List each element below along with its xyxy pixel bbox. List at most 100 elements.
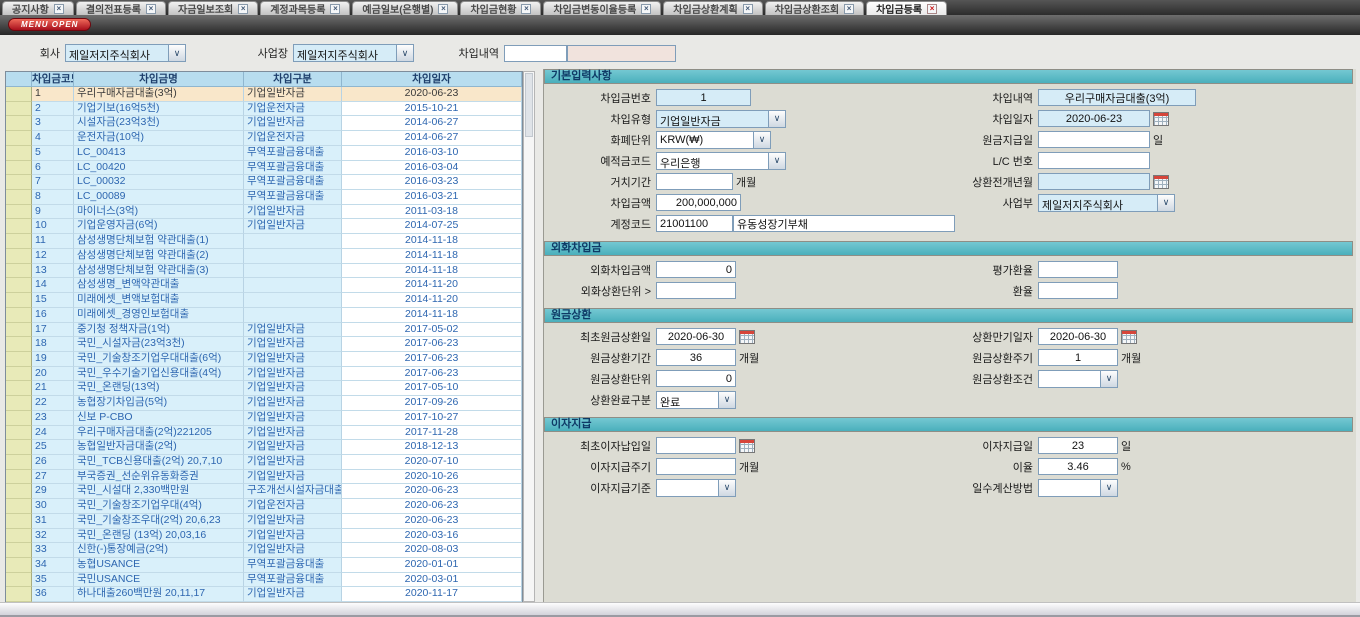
cell-type[interactable] [244,278,342,293]
row-selector-cell[interactable] [6,514,32,529]
cell-date[interactable]: 2017-06-23 [342,367,522,382]
table-row[interactable]: 27부국증권_선순위유동화증권기업일반자금2020-10-26 [6,470,522,485]
cell-code[interactable]: 36 [32,587,74,602]
cell-date[interactable]: 2016-03-10 [342,146,522,161]
cell-name[interactable]: 삼성생명_변액약관대출 [74,278,244,293]
cell-date[interactable]: 2018-12-13 [342,440,522,455]
scrollbar-thumb[interactable] [525,73,533,137]
row-selector-cell[interactable] [6,426,32,441]
cell-date[interactable]: 2014-11-18 [342,249,522,264]
cell-date[interactable]: 2020-03-16 [342,529,522,544]
cell-date[interactable]: 2017-10-27 [342,411,522,426]
loan-date-field[interactable] [1038,110,1150,127]
table-row[interactable]: 22농협장기차입금(5억)기업일반자금2017-09-26 [6,396,522,411]
cell-date[interactable]: 2017-09-26 [342,396,522,411]
cell-name[interactable]: 국민_우수기술기업신용대출(4억) [74,367,244,382]
table-row[interactable]: 12삼성생명단체보험 약관대출(2)2014-11-18 [6,249,522,264]
cell-type[interactable]: 무역포괄금융대출 [244,558,342,573]
fx-unit-field[interactable] [656,282,736,299]
cell-date[interactable]: 2020-06-23 [342,87,522,102]
cell-type[interactable]: 무역포괄금융대출 [244,573,342,588]
cell-code[interactable]: 21 [32,381,74,396]
acct-name-field[interactable] [733,215,955,232]
cell-type[interactable]: 기업일반자금 [244,411,342,426]
cell-code[interactable]: 34 [32,558,74,573]
cell-name[interactable]: 국민_기술창조기업우대(4억) [74,499,244,514]
cell-code[interactable]: 1 [32,87,74,102]
cell-name[interactable]: 국민_온랜딩(13억) [74,381,244,396]
table-row[interactable]: 30국민_기술창조기업우대(4억)기업운전자금2020-06-23 [6,499,522,514]
table-row[interactable]: 4운전자금(10억)기업운전자금2014-06-27 [6,131,522,146]
menu-open-button[interactable]: MENU OPEN [8,18,91,31]
cell-type[interactable]: 기업일반자금 [244,455,342,470]
interest-rate-field[interactable] [1038,458,1118,475]
cell-code[interactable]: 20 [32,367,74,382]
cell-name[interactable]: LC_00413 [74,146,244,161]
table-row[interactable]: 9마이너스(3억)기업일반자금2011-03-18 [6,205,522,220]
calendar-icon[interactable] [1121,330,1137,344]
tab-close-icon[interactable]: × [927,4,937,14]
table-row[interactable]: 6LC_00420무역포괄금융대출2016-03-04 [6,161,522,176]
cell-code[interactable]: 16 [32,308,74,323]
cell-date[interactable]: 2017-05-10 [342,381,522,396]
cell-code[interactable]: 31 [32,514,74,529]
row-selector-cell[interactable] [6,396,32,411]
row-selector-cell[interactable] [6,278,32,293]
cell-code[interactable]: 32 [32,529,74,544]
interest-cycle-field[interactable] [656,458,736,475]
header-loan-code[interactable]: 차입금코드 [32,72,74,87]
row-selector-cell[interactable] [6,455,32,470]
cell-name[interactable]: 기업기보(16억5천) [74,102,244,117]
cell-name[interactable]: 농협USANCE [74,558,244,573]
table-row[interactable]: 2기업기보(16억5천)기업운전자금2015-10-21 [6,102,522,117]
cell-name[interactable]: 운전자금(10억) [74,131,244,146]
cell-date[interactable]: 2020-01-01 [342,558,522,573]
cell-code[interactable]: 11 [32,234,74,249]
cell-date[interactable]: 2014-06-27 [342,116,522,131]
exchange-rate-field[interactable] [1038,282,1118,299]
cell-name[interactable]: 하나대출260백만원 20,11,17 [74,587,244,602]
table-row[interactable]: 33신한(-)통장예금(2억)기업일반자금2020-08-03 [6,543,522,558]
cell-type[interactable]: 기업일반자금 [244,352,342,367]
table-row[interactable]: 8LC_00089무역포괄금융대출2016-03-21 [6,190,522,205]
calendar-icon[interactable] [739,439,755,453]
cell-type[interactable]: 기업일반자금 [244,205,342,220]
cell-code[interactable]: 10 [32,219,74,234]
cell-code[interactable]: 12 [32,249,74,264]
first-interest-date-field[interactable] [656,437,736,454]
cell-name[interactable]: 농협장기차입금(5억) [74,396,244,411]
row-selector-cell[interactable] [6,161,32,176]
table-row[interactable]: 1우리구매자금대출(3억)기업일반자금2020-06-23 [6,87,522,102]
cell-type[interactable]: 기업일반자금 [244,543,342,558]
table-row[interactable]: 36하나대출260백만원 20,11,17기업일반자금2020-11-17 [6,587,522,602]
row-selector-cell[interactable] [6,308,32,323]
grace-period-field[interactable] [656,173,733,190]
cell-type[interactable]: 기업일반자금 [244,470,342,485]
tab-3[interactable]: 자금일보조회× [168,1,258,15]
table-row[interactable]: 34농협USANCE무역포괄금융대출2020-01-01 [6,558,522,573]
row-selector-cell[interactable] [6,219,32,234]
cell-type[interactable]: 무역포괄금융대출 [244,161,342,176]
tab-close-icon[interactable]: × [743,4,753,14]
cell-name[interactable]: 삼성생명단체보험 약관대출(1) [74,234,244,249]
table-row[interactable]: 15미래에셋_변액보험대출2014-11-20 [6,293,522,308]
cell-date[interactable]: 2020-03-01 [342,573,522,588]
row-selector-cell[interactable] [6,352,32,367]
table-row[interactable]: 13삼성생명단체보험 약관대출(3)2014-11-18 [6,264,522,279]
day-count-method-select[interactable]: ∨ [1038,479,1118,497]
cell-type[interactable]: 무역포괄금융대출 [244,190,342,205]
table-row[interactable]: 19국민_기술창조기업우대대출(6억)기업일반자금2017-06-23 [6,352,522,367]
cell-code[interactable]: 19 [32,352,74,367]
row-selector-cell[interactable] [6,264,32,279]
repay-period-field[interactable] [656,349,736,366]
row-selector-cell[interactable] [6,234,32,249]
loan-desc-filter-input[interactable] [504,45,567,62]
table-row[interactable]: 10기업운영자금(6억)기업일반자금2014-07-25 [6,219,522,234]
table-row[interactable]: 17중기청 정책자금(1억)기업일반자금2017-05-02 [6,323,522,338]
cell-date[interactable]: 2020-08-03 [342,543,522,558]
principal-pay-day-field[interactable] [1038,131,1150,148]
cell-name[interactable]: 신한(-)통장예금(2억) [74,543,244,558]
cell-type[interactable]: 기업일반자금 [244,514,342,529]
cell-date[interactable]: 2014-07-25 [342,219,522,234]
cell-type[interactable]: 기업일반자금 [244,337,342,352]
